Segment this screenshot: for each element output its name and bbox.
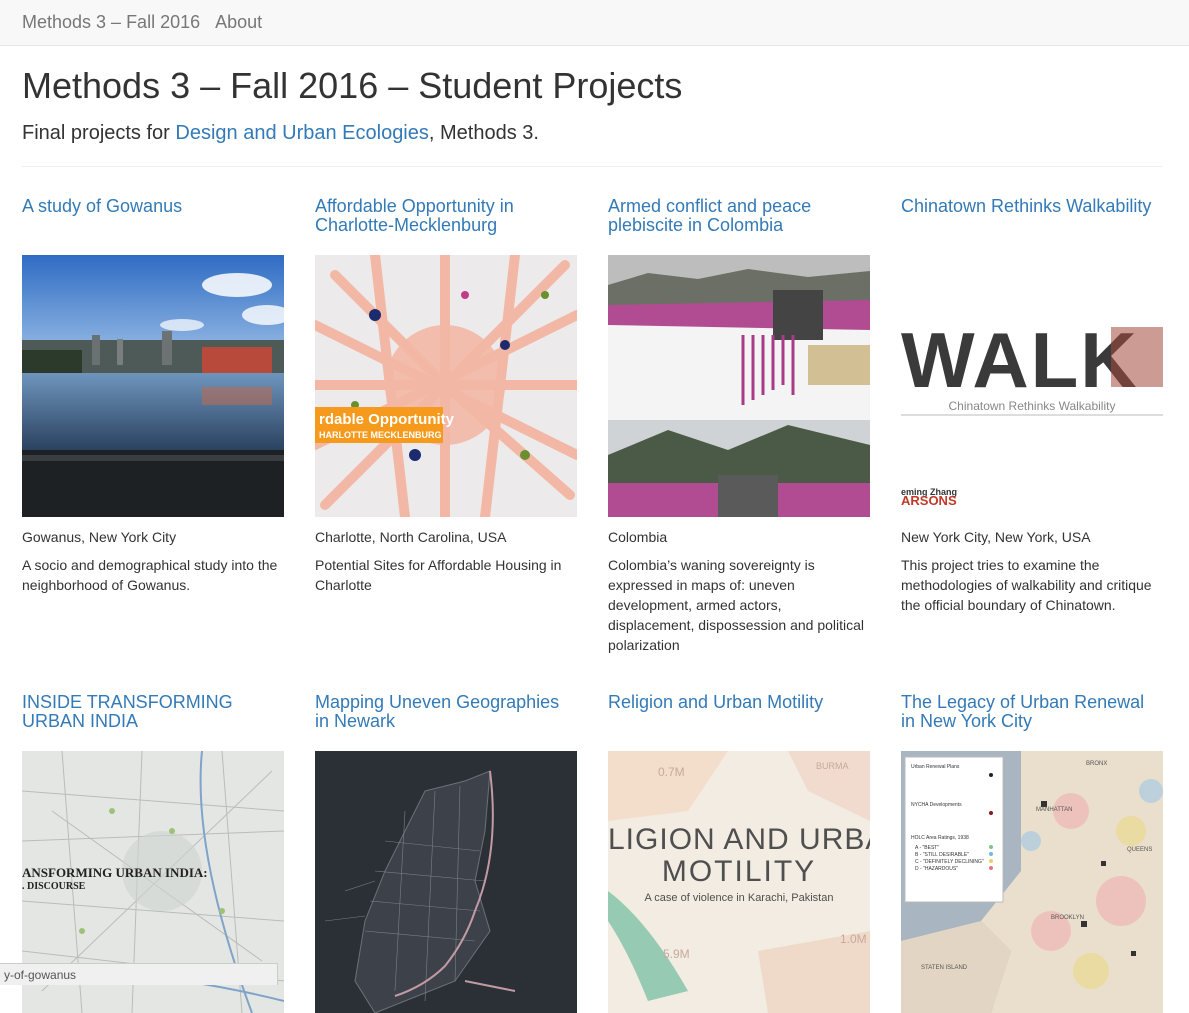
navbar: Methods 3 – Fall 2016 About	[0, 0, 1189, 46]
nav-brand-link[interactable]: Methods 3 – Fall 2016	[22, 12, 200, 33]
project-thumbnail[interactable]: LIGION AND URBA MOTILITY A case of viole…	[608, 751, 870, 1013]
map-label-queens: QUEENS	[1127, 847, 1152, 853]
project-card: Religion and Urban Motility LIGION AND U…	[608, 693, 870, 1013]
nav-about-link[interactable]: About	[215, 12, 262, 33]
browser-status-url: y-of-gowanus	[0, 963, 278, 985]
design-urban-ecologies-link[interactable]: Design and Urban Ecologies	[175, 122, 429, 144]
thumb-label-burma: BURMA	[816, 761, 849, 771]
project-thumbnail[interactable]	[315, 751, 577, 1013]
lead-suffix: , Methods 3.	[428, 122, 539, 144]
project-title-link[interactable]: Affordable Opportunity in Charlotte-Meck…	[315, 197, 577, 255]
main-content: Methods 3 – Fall 2016 – Student Projects…	[0, 66, 1189, 1013]
project-card: Chinatown Rethinks Walkability WALK Chin…	[901, 197, 1163, 655]
thumb-title-text: rdable Opportunity	[319, 411, 455, 428]
map-label-staten-island: STATEN ISLAND	[921, 965, 968, 971]
project-card: The Legacy of Urban Renewal in New York …	[901, 693, 1163, 1013]
project-description: A socio and demographical study into the…	[22, 557, 278, 593]
project-title-link[interactable]: Chinatown Rethinks Walkability	[901, 197, 1163, 255]
divider	[22, 166, 1162, 167]
thumb-subtitle-text: . DISCOURSE	[22, 881, 86, 892]
project-title-link[interactable]: Mapping Uneven Geographies in Newark	[315, 693, 577, 751]
walk-text: WALK	[901, 316, 1139, 404]
project-location: Colombia	[608, 529, 668, 545]
map-label-brooklyn: BROOKLYN	[1051, 915, 1084, 921]
page-title: Methods 3 – Fall 2016 – Student Projects	[22, 65, 683, 106]
project-title-link[interactable]: A study of Gowanus	[22, 197, 284, 255]
project-title-link[interactable]: Armed conflict and peace plebiscite in C…	[608, 197, 870, 255]
legend-holc-c: C - "DEFINITELY DECLINING"	[915, 859, 984, 865]
thumb-school-text: ARSONS	[901, 493, 957, 508]
legend-holc: HOLC Area Ratings, 1938	[911, 835, 969, 841]
project-description: This project tries to examine the method…	[901, 557, 1152, 613]
legend-nycha: NYCHA Developments	[911, 802, 962, 808]
thumb-title-text: LIGION AND URBA	[608, 823, 870, 856]
project-card: A study of Gowanus Gowanus, New York Cit…	[22, 197, 284, 655]
thumb-subtitle-text: A case of violence in Karachi, Pakistan	[645, 892, 834, 904]
projects-grid: A study of Gowanus Gowanus, New York Cit…	[22, 197, 1163, 655]
project-title-link[interactable]: INSIDE TRANSFORMING URBAN INDIA	[22, 693, 284, 751]
map-label-manhattan: MANHATTAN	[1036, 807, 1072, 813]
project-title-link[interactable]: The Legacy of Urban Renewal in New York …	[901, 693, 1163, 751]
project-thumbnail[interactable]: Urban Renewal Plans NYCHA Developments H…	[901, 751, 1163, 1013]
project-card: Mapping Uneven Geographies in Newark	[315, 693, 577, 1013]
thumb-label-59m: 5.9M	[663, 947, 690, 961]
project-location: New York City, New York, USA	[901, 529, 1091, 545]
thumb-subtitle-text: HARLOTTE MECKLENBURG	[319, 430, 442, 440]
project-location: Charlotte, North Carolina, USA	[315, 529, 507, 545]
legend-urban-renewal: Urban Renewal Plans	[911, 764, 960, 770]
legend-holc-d: D - "HAZARDOUS"	[915, 866, 958, 872]
page-lead: Final projects for Design and Urban Ecol…	[22, 120, 1162, 146]
project-thumbnail[interactable]	[22, 255, 284, 517]
project-card: Armed conflict and peace plebiscite in C…	[608, 197, 870, 655]
thumb-label-10m: 1.0M	[840, 932, 867, 946]
project-card: Affordable Opportunity in Charlotte-Meck…	[315, 197, 577, 655]
thumb-subtitle-text: Chinatown Rethinks Walkability	[949, 399, 1116, 413]
project-location: Gowanus, New York City	[22, 529, 177, 545]
legend-holc-b: B - "STILL DESIRABLE"	[915, 852, 969, 858]
thumb-label-07m: 0.7M	[658, 765, 685, 779]
project-title-link[interactable]: Religion and Urban Motility	[608, 693, 870, 751]
project-description: Colombia’s waning sovereignty is express…	[608, 557, 865, 653]
legend-holc-a: A - "BEST"	[915, 845, 939, 851]
project-thumbnail[interactable]	[608, 255, 870, 517]
lead-prefix: Final projects for	[22, 122, 176, 144]
project-description: Potential Sites for Affordable Housing i…	[315, 557, 562, 593]
thumb-motility-text: MOTILITY	[662, 855, 816, 888]
thumb-title-text: ANSFORMING URBAN INDIA:	[22, 865, 208, 880]
project-thumbnail[interactable]: rdable Opportunity HARLOTTE MECKLENBURG	[315, 255, 577, 517]
project-thumbnail[interactable]: WALK Chinatown Rethinks Walkability emin…	[901, 255, 1163, 517]
map-label-bronx: BRONX	[1086, 761, 1107, 767]
